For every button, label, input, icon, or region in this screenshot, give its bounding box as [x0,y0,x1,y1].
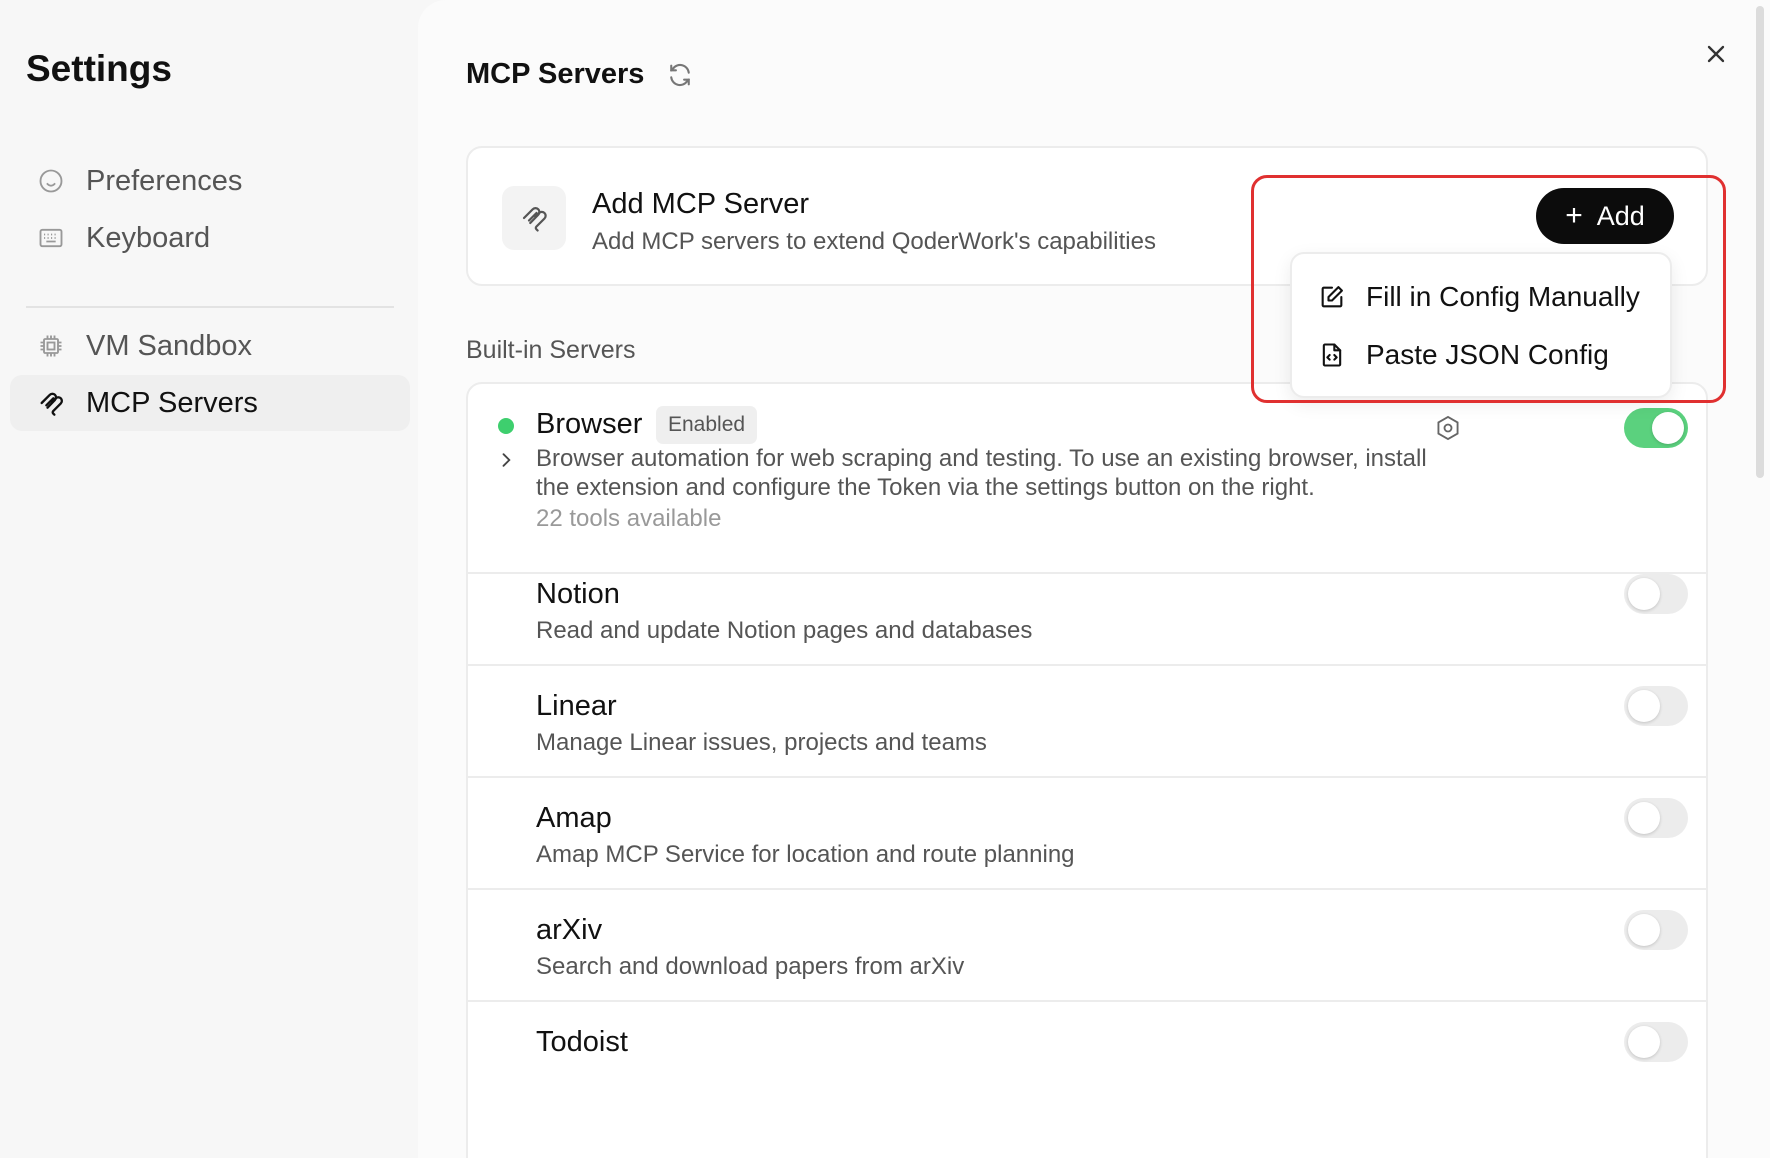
add-button-label: Add [1596,200,1645,231]
toggle-todoist[interactable] [1624,1022,1688,1062]
plus-icon: + [1565,199,1583,232]
server-row-linear: Linear Manage Linear issues, projects an… [468,666,1706,778]
server-row-amap: Amap Amap MCP Service for location and r… [468,778,1706,890]
toggle-knob [1628,1026,1660,1058]
settings-window: Settings Preferences Keyboard VM Sandbox [0,0,1770,1158]
server-row-arxiv: arXiv Search and download papers from ar… [468,890,1706,1002]
toggle-amap[interactable] [1624,798,1688,838]
toggle-knob [1628,690,1660,722]
sidebar-item-label: Preferences [86,164,243,197]
menu-item-paste-json-config[interactable]: Paste JSON Config [1292,324,1670,386]
toggle-arxiv[interactable] [1624,910,1688,950]
server-description: Read and update Notion pages and databas… [536,617,1033,644]
server-name: Amap [536,802,612,834]
toggle-knob [1628,578,1660,610]
main-panel: MCP Servers Add MCP Server Add MCP serve… [418,0,1770,1158]
sidebar-title: Settings [26,48,172,89]
menu-item-label: Fill in Config Manually [1366,281,1640,312]
toggle-notion[interactable] [1624,574,1688,614]
sidebar-item-vm-sandbox[interactable]: VM Sandbox [10,318,410,374]
scrollbar[interactable] [1756,6,1764,478]
keyboard-icon [36,223,66,253]
sidebar-divider [26,306,394,308]
sidebar: Settings Preferences Keyboard VM Sandbox [0,0,418,1158]
smiley-icon [36,166,66,196]
server-row-browser: Browser Enabled Browser automation for w… [468,384,1706,574]
toggle-knob [1652,412,1684,444]
add-server-subtitle: Add MCP servers to extend QoderWork's ca… [592,228,1156,255]
menu-item-label: Paste JSON Config [1366,339,1609,370]
sidebar-item-keyboard[interactable]: Keyboard [10,210,410,266]
server-description: Manage Linear issues, projects and teams [536,729,987,756]
server-row-notion: Notion Read and update Notion pages and … [468,554,1706,666]
close-icon[interactable] [1702,40,1730,68]
mcp-icon [36,388,66,418]
menu-item-fill-config-manually[interactable]: Fill in Config Manually [1292,266,1670,328]
settings-icon[interactable] [1434,414,1462,442]
chip-icon [36,331,66,361]
status-badge: Enabled [656,406,758,444]
page-title: MCP Servers [466,58,694,91]
server-row-todoist: Todoist [468,1002,1706,1114]
sidebar-item-label: VM Sandbox [86,329,253,362]
page-title-text: MCP Servers [466,58,645,90]
sidebar-item-label: MCP Servers [86,386,258,419]
toggle-browser[interactable] [1624,408,1688,448]
server-name: Notion [536,578,620,610]
server-description: Amap MCP Service for location and route … [536,841,1075,868]
server-description-line2: the extension and configure the Token vi… [536,474,1315,501]
server-name: arXiv [536,914,603,946]
edit-icon [1321,286,1343,308]
tools-count: 22 tools available [536,505,722,532]
refresh-icon[interactable] [666,61,694,89]
add-button[interactable]: + Add [1536,188,1674,244]
json-file-icon [1322,343,1342,367]
builtin-servers-list: Browser Enabled Browser automation for w… [466,382,1708,1158]
sidebar-item-preferences[interactable]: Preferences [10,153,410,209]
chevron-right-icon[interactable] [496,450,516,470]
add-server-title: Add MCP Server [592,188,810,220]
toggle-knob [1628,914,1660,946]
server-name: Linear [536,690,617,722]
builtin-servers-label: Built-in Servers [466,336,636,364]
server-name: Todoist [536,1026,628,1058]
toggle-knob [1628,802,1660,834]
sidebar-item-label: Keyboard [86,221,211,254]
mcp-icon [502,186,566,250]
sidebar-item-mcp-servers[interactable]: MCP Servers [10,375,410,431]
server-name: Browser [536,408,643,440]
status-dot [498,418,514,434]
add-dropdown-menu: Fill in Config Manually Paste JSON Confi… [1290,252,1672,398]
toggle-linear[interactable] [1624,686,1688,726]
server-description: Search and download papers from arXiv [536,953,965,980]
